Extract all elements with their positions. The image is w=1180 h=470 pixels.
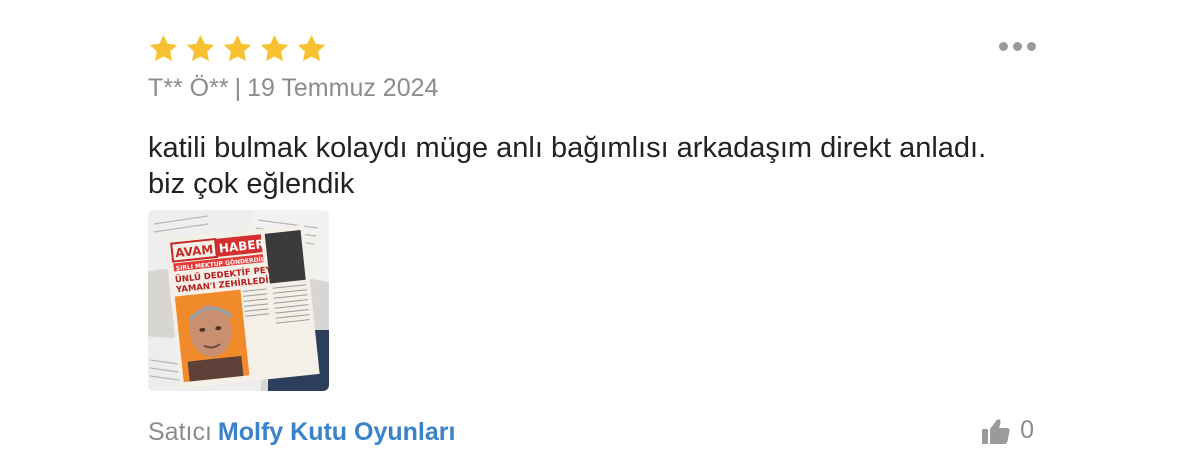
more-dot [1027,42,1036,51]
review-meta: T** Ö** | 19 Temmuz 2024 [148,74,438,103]
star-icon [297,35,326,61]
seller-link[interactable]: Molfy Kutu Oyunları [218,418,456,446]
review-card: T** Ö** | 19 Temmuz 2024 katili bulmak kol… [148,30,1048,460]
helpful-button[interactable]: 0 [982,416,1034,445]
seller-label: Satıcı [148,418,212,446]
seller-info: Satıcı Molfy Kutu Oyunları [148,418,455,447]
rating-stars [148,34,327,63]
more-dot [999,42,1008,51]
newspaper-photo: AVAM HABER ŞIRLI MEKTUP GÖNDERDİLER ÜNLÜ… [148,210,329,391]
review-date: 19 Temmuz 2024 [247,74,439,102]
thumbs-up-icon [982,418,1010,444]
more-dot [1013,42,1022,51]
meta-separator: | [234,74,242,102]
more-options-icon[interactable] [995,38,1040,55]
helpful-count: 0 [1020,416,1034,444]
review-comment: katili bulmak kolaydı müge anlı bağımlıs… [148,132,987,200]
star-icon [186,35,215,61]
star-icon [223,35,252,61]
review-photo[interactable]: AVAM HABER ŞIRLI MEKTUP GÖNDERDİLER ÜNLÜ… [148,210,329,391]
author-name: T** Ö** [148,74,229,102]
star-icon [260,35,289,61]
star-icon [149,35,178,61]
